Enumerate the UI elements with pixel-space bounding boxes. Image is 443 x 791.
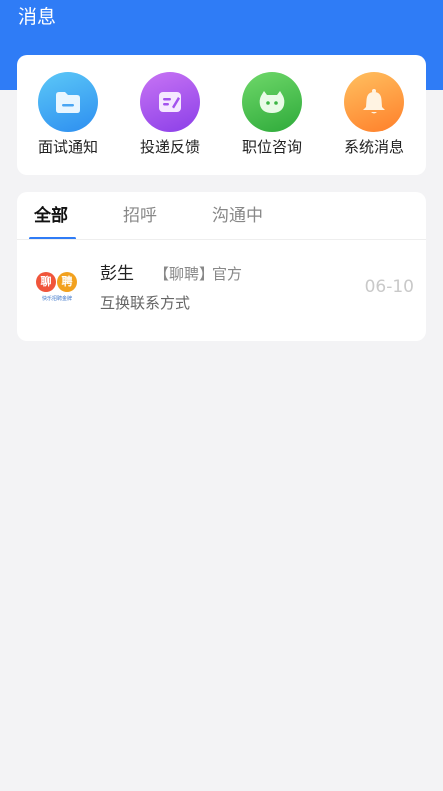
tab-in-communication[interactable]: 沟通中 <box>212 204 263 228</box>
shortcut-label: 面试通知 <box>37 138 98 156</box>
shortcut-system-message[interactable]: 系统消息 <box>323 55 425 175</box>
shortcut-label: 系统消息 <box>343 138 404 156</box>
avatar-logo-char: 聊 <box>36 272 56 292</box>
message-list-card: 全部 招呼 沟通中 聊 聘 快乐招聘金牌 彭生 【聊聘】 官方 06-10 互换… <box>17 192 426 341</box>
shortcut-delivery-feedback[interactable]: 投递反馈 <box>119 55 221 175</box>
tab-divider <box>17 239 426 240</box>
folder-icon <box>38 72 98 132</box>
page-title: 消息 <box>18 6 57 28</box>
tab-all[interactable]: 全部 <box>34 204 68 228</box>
avatar: 聊 聘 快乐招聘金牌 <box>35 270 79 310</box>
edit-note-icon <box>140 72 200 132</box>
avatar-logo-char: 聘 <box>57 272 77 292</box>
shortcut-panel: 面试通知 投递反馈 职位咨询 系统消息 <box>17 55 426 175</box>
bell-icon <box>344 72 404 132</box>
message-preview: 互换联系方式 <box>100 294 191 312</box>
shortcut-label: 投递反馈 <box>139 138 200 156</box>
message-time: 06-10 <box>364 277 414 297</box>
contact-company-tag: 【聊聘】 <box>154 265 215 283</box>
shortcut-interview-notice[interactable]: 面试通知 <box>17 55 119 175</box>
conversation-item[interactable]: 聊 聘 快乐招聘金牌 彭生 【聊聘】 官方 06-10 互换联系方式 <box>17 250 426 338</box>
official-badge: 官方 <box>212 265 243 283</box>
shortcut-job-consult[interactable]: 职位咨询 <box>221 55 323 175</box>
shortcut-label: 职位咨询 <box>241 138 302 156</box>
tab-greetings[interactable]: 招呼 <box>123 204 157 228</box>
chat-face-icon <box>242 72 302 132</box>
avatar-logo-caption: 快乐招聘金牌 <box>41 296 72 302</box>
contact-name: 彭生 <box>100 264 134 284</box>
